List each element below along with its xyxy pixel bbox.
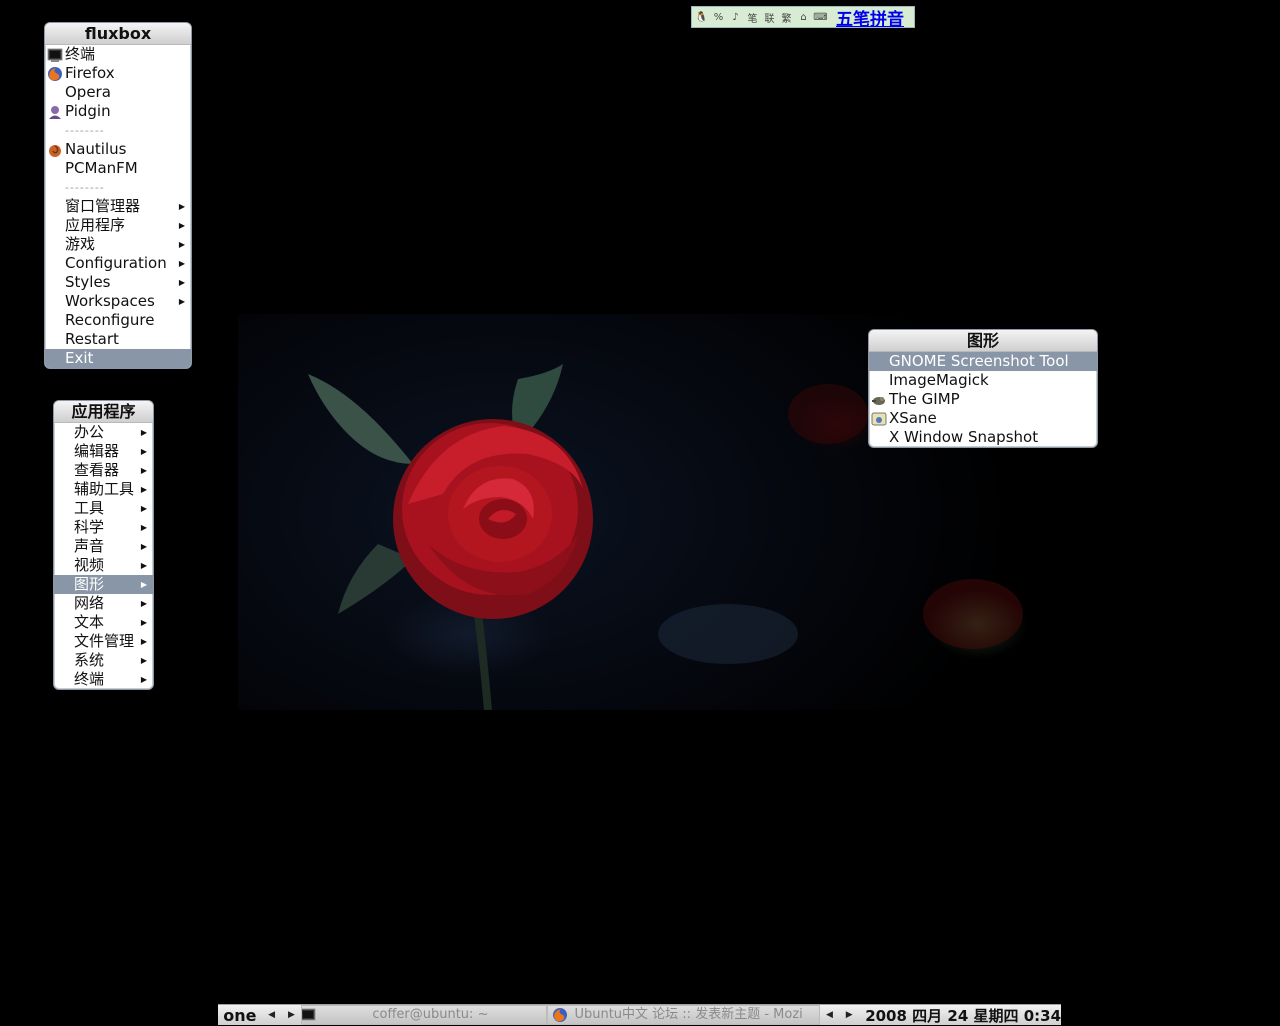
menu-item-window-manager[interactable]: 窗口管理器 ▶	[45, 197, 191, 216]
menu-item-reconfigure[interactable]: Reconfigure	[45, 311, 191, 330]
xsane-icon	[871, 412, 887, 426]
menu-item-editors[interactable]: 编辑器 ▶	[54, 442, 153, 461]
menu-item-video[interactable]: 视频 ▶	[54, 556, 153, 575]
menu-item-restart[interactable]: Restart	[45, 330, 191, 349]
applications-menu: 应用程序 办公 ▶ 编辑器 ▶ 查看器 ▶ 辅助工具 ▶ 工具 ▶ 科学 ▶ 声音 ▶ 视频 ▶…	[53, 400, 154, 690]
next-workspace-button[interactable]: ▶	[282, 1010, 302, 1020]
ime-punct-icon[interactable]: %	[711, 9, 726, 25]
menu-item-firefox[interactable]: Firefox	[45, 64, 191, 83]
nautilus-icon	[49, 145, 61, 157]
next-window-button[interactable]: ▶	[839, 1010, 859, 1020]
menu-item-pcmanfm[interactable]: PCManFM	[45, 159, 191, 178]
ime-penguin-icon[interactable]: 🐧	[694, 9, 709, 25]
graphics-menu: 图形 GNOME Screenshot Tool ImageMagick The…	[868, 329, 1098, 448]
fluxbox-root-menu: fluxbox 终端 Firefox Opera Pidgin --------…	[44, 22, 192, 369]
submenu-arrow-icon: ▶	[140, 599, 147, 608]
menu-item-viewers[interactable]: 查看器 ▶	[54, 461, 153, 480]
firefox-icon	[553, 1008, 568, 1022]
submenu-arrow-icon: ▶	[140, 675, 147, 684]
menu-separator: --------	[65, 181, 105, 194]
submenu-arrow-icon: ▶	[140, 428, 147, 437]
terminal-icon	[47, 48, 63, 62]
submenu-arrow-icon: ▶	[140, 504, 147, 513]
submenu-arrow-icon: ▶	[178, 259, 185, 268]
ime-status-bar: 🐧 % ♪ 笔 联 繁 ⌂ ⌨ 五笔拼音	[691, 5, 915, 30]
menu-item-xwd[interactable]: X Window Snapshot	[869, 428, 1097, 447]
menu-item-accessibility[interactable]: 辅助工具 ▶	[54, 480, 153, 499]
submenu-arrow-icon: ▶	[178, 278, 185, 287]
menu-item-nautilus[interactable]: Nautilus	[45, 140, 191, 159]
workspace-name[interactable]: one	[218, 1006, 262, 1025]
menu-item-games[interactable]: 游戏 ▶	[45, 235, 191, 254]
submenu-arrow-icon: ▶	[140, 580, 147, 589]
menu-item-graphics[interactable]: 图形 ▶	[54, 575, 153, 594]
menu-item-system[interactable]: 系统 ▶	[54, 651, 153, 670]
submenu-arrow-icon: ▶	[140, 466, 147, 475]
menu-item-text[interactable]: 文本 ▶	[54, 613, 153, 632]
ime-lock-icon[interactable]: ⌂	[796, 9, 811, 25]
menu-item-applications[interactable]: 应用程序 ▶	[45, 216, 191, 235]
submenu-arrow-icon: ▶	[140, 618, 147, 627]
menu-item-opera[interactable]: Opera	[45, 83, 191, 102]
ime-keyboard-icon[interactable]: ⌨	[813, 9, 828, 25]
submenu-arrow-icon: ▶	[178, 221, 185, 230]
menu-item-exit[interactable]: Exit	[45, 349, 191, 368]
ime-trad-icon[interactable]: 繁	[779, 9, 794, 25]
menu-item-tools[interactable]: 工具 ▶	[54, 499, 153, 518]
submenu-arrow-icon: ▶	[178, 202, 185, 211]
taskbar-item-terminal[interactable]: coffer@ubuntu: ~	[301, 1005, 548, 1025]
menu-item-network[interactable]: 网络 ▶	[54, 594, 153, 613]
menu-item-configuration[interactable]: Configuration ▶	[45, 254, 191, 273]
ime-note-icon[interactable]: ♪	[728, 9, 743, 25]
terminal-icon	[302, 1008, 316, 1021]
menu-item-xsane[interactable]: XSane	[869, 409, 1097, 428]
submenu-arrow-icon: ▶	[140, 637, 147, 646]
menu-item-science[interactable]: 科学 ▶	[54, 518, 153, 537]
submenu-arrow-icon: ▶	[140, 485, 147, 494]
menu-item-terminal[interactable]: 终端	[45, 45, 191, 64]
prev-workspace-button[interactable]: ◀	[262, 1010, 282, 1020]
firefox-icon	[48, 67, 62, 81]
menu-title: 图形	[869, 330, 1097, 352]
submenu-arrow-icon: ▶	[140, 656, 147, 665]
menu-item-sound[interactable]: 声音 ▶	[54, 537, 153, 556]
menu-item-gnome-screenshot[interactable]: GNOME Screenshot Tool	[869, 352, 1097, 371]
pidgin-icon	[49, 106, 61, 119]
taskbar-item-firefox[interactable]: Ubuntu中文 论坛 :: 发表新主题 - Mozi	[547, 1005, 820, 1025]
submenu-arrow-icon: ▶	[140, 447, 147, 456]
menu-item-styles[interactable]: Styles ▶	[45, 273, 191, 292]
menu-item-workspaces[interactable]: Workspaces ▶	[45, 292, 191, 311]
menu-item-terminal[interactable]: 终端 ▶	[54, 670, 153, 689]
toolbar-clock: 2008 四月 24 星期四 0:34	[865, 1006, 1062, 1025]
ime-mode-link[interactable]: 五笔拼音	[836, 5, 904, 30]
gimp-icon	[872, 397, 885, 405]
fluxbox-toolbar: one ◀ ▶ coffer@ubuntu: ~ Ubuntu中文 论坛 :: …	[218, 1004, 1061, 1025]
menu-separator: --------	[65, 124, 105, 137]
menu-item-office[interactable]: 办公 ▶	[54, 423, 153, 442]
submenu-arrow-icon: ▶	[140, 542, 147, 551]
menu-item-gimp[interactable]: The GIMP	[869, 390, 1097, 409]
ime-pen-icon[interactable]: 笔	[745, 9, 760, 25]
menu-title: 应用程序	[54, 401, 153, 423]
prev-window-button[interactable]: ◀	[820, 1010, 840, 1020]
ime-assoc-icon[interactable]: 联	[762, 9, 777, 25]
menu-item-file-management[interactable]: 文件管理 ▶	[54, 632, 153, 651]
menu-title: fluxbox	[45, 23, 191, 45]
menu-item-imagemagick[interactable]: ImageMagick	[869, 371, 1097, 390]
submenu-arrow-icon: ▶	[178, 297, 185, 306]
submenu-arrow-icon: ▶	[140, 561, 147, 570]
submenu-arrow-icon: ▶	[178, 240, 185, 249]
menu-item-pidgin[interactable]: Pidgin	[45, 102, 191, 121]
submenu-arrow-icon: ▶	[140, 523, 147, 532]
